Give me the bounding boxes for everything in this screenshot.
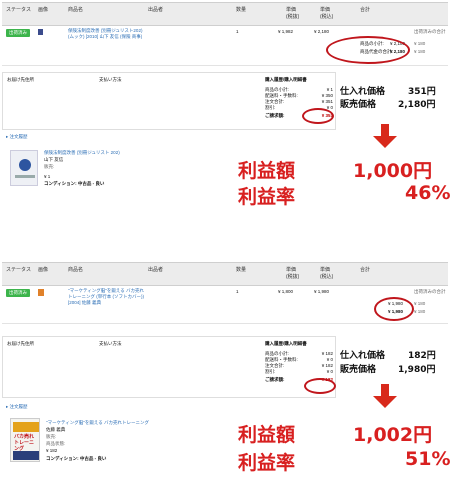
book-thumbnail-icon [38,289,44,296]
down-arrow-head-icon [373,396,397,408]
detail-title-link[interactable]: 保険法制度改善 (別冊ジュリスト 202) [44,150,120,156]
unit-price-value: ¥ 1,800 [278,289,294,294]
ship-to-label: お届け先住所 [7,77,34,82]
cost-value-1: 351円 [408,87,436,97]
margin-label-2: 利益率 [238,452,296,474]
detail-condition: コンディション: 中古品 - 良い [46,456,107,461]
down-arrow-head-icon [373,136,397,148]
status-badge: 出荷済み [6,289,30,297]
down-arrow-icon [381,124,389,136]
ship-to-label: お届け先住所 [7,341,34,346]
payment-label: 支払い方法 [99,77,122,82]
sale-value-1: 2,180円 [398,100,436,110]
margin-value-1: 46% [405,182,450,204]
order-history-link-1[interactable]: ▸ 注文履歴 [6,134,28,140]
order2-table-header: ステータス 画像 商品名 出品者 数量 単価 (税抜) 単価 (税込) 合計 [2,262,448,286]
header-comment: 出品者 [148,267,164,273]
receipt-title: 購入履歴/購入明細書 [265,341,307,346]
book-cover-icon: バカ売れ トレーニング [10,418,40,462]
payment-label: 支払い方法 [99,341,122,346]
header-total: 合計 [360,267,371,273]
down-arrow-icon [381,384,389,396]
header-product-name: 商品名 [68,267,84,273]
right-col-text-1: 出荷済みの合計 [414,29,446,34]
header-quantity: 数量 [236,7,247,13]
header-status: ステータス [6,7,32,13]
detail-price: ¥ 1 [44,174,51,179]
right-col-text-1: 出荷済みの合計 [414,289,446,294]
sale-label-1: 販売価格 [340,100,377,110]
highlight-oval-cost-2 [304,378,336,394]
header-unit-price: 単価 (税抜) [286,7,300,20]
detail-price: ¥ 182 [46,448,58,453]
quantity-value: 1 [236,29,239,34]
header-image: 画像 [38,267,49,273]
detail-author: 山下 友信 [44,157,64,162]
header-image: 画像 [38,7,49,13]
header-subtotal: 単価 (税込) [320,7,334,20]
status-badge: 出荷済み [6,29,30,37]
highlight-oval-cost-1 [302,108,334,124]
header-quantity: 数量 [236,267,247,273]
right-col-text-2: ¥ 180 [414,301,426,306]
order2-detail-panel: お届け先住所 支払い方法 購入履歴/購入明細書 商品の小計: ¥ 182 配送料・… [2,336,336,398]
margin-label-1: 利益率 [238,186,296,208]
detail-title-link[interactable]: "マーケティング脳"を鍛える バカ売れトレーニング [46,420,149,426]
receipt-total-label: ご請求額: [265,377,285,382]
product-title-link[interactable]: 保険法制度改善 (別冊ジュリスト202) (ムック) [2010] 山下 友信 … [68,28,144,40]
sale-label-2: 販売価格 [340,365,377,375]
detail-seller-2: 商品状態: [46,441,66,446]
quantity-value: 1 [236,289,239,294]
profit-value-2: 1,002円 [353,424,433,446]
detail-seller: 販売: [46,434,57,439]
right-col-text-2: ¥ 180 [414,41,426,46]
receipt-line-label: 割引: [265,105,276,110]
profit-label-1: 利益額 [238,160,296,182]
sale-value-2: 1,980円 [398,365,436,375]
book-cover-icon [10,150,38,186]
book-thumbnail-icon [38,29,43,35]
header-unit-price: 単価 (税抜) [286,267,300,280]
highlight-oval-sale-1 [326,36,410,64]
profit-label-2: 利益額 [238,424,296,446]
detail-condition: コンディション: 中古品 - 良い [44,181,105,186]
header-product-name: 商品名 [68,7,84,13]
header-total: 合計 [360,7,371,13]
receipt-line-label: 割引: [265,369,276,374]
order1-table-header: ステータス 画像 商品名 出品者 数量 単価 (税抜) 単価 (税込) 合計 [2,2,448,26]
header-comment: 出品者 [148,7,164,13]
highlight-oval-sale-2 [374,297,414,321]
unit-price-tax-value: ¥ 2,180 [314,29,330,34]
cost-label-1: 仕入れ価格 [340,87,386,97]
receipt-title: 購入履歴/購入明細書 [265,77,307,82]
order-history-link-2[interactable]: ▸ 注文履歴 [6,404,28,410]
cost-value-2: 182円 [408,351,436,361]
cover-text: バカ売れ トレーニング [14,434,35,452]
product-title-link[interactable]: "マーケティング脳"を鍛える バカ売れトレーニング (単行本 (ソフトカバー))… [68,288,146,306]
right-col-text-3: ¥ 180 [414,49,426,54]
right-col-text-3: ¥ 180 [414,309,426,314]
unit-price-tax-value: ¥ 1,980 [314,289,330,294]
header-subtotal: 単価 (税込) [320,267,334,280]
detail-seller: 販売: [44,164,55,169]
header-status: ステータス [6,267,32,273]
order1-detail-panel: お届け先住所 支払い方法 購入履歴/購入明細書 商品の小計: ¥ 1 配送料・手数… [2,72,336,130]
receipt-line-value: ¥ 0 [326,369,333,374]
profit-value-1: 1,000円 [353,160,433,182]
order1-item-detail: 保険法制度改善 (別冊ジュリスト 202) 山下 友信 販売: ¥ 1 コンディ… [2,144,202,192]
detail-author: 佐藤 義典 [46,427,66,432]
unit-price-value: ¥ 1,982 [278,29,294,34]
margin-value-2: 51% [405,448,450,470]
order2-item-detail: バカ売れ トレーニング "マーケティング脳"を鍛える バカ売れトレーニング 佐藤… [2,414,212,472]
cost-label-2: 仕入れ価格 [340,351,386,361]
receipt-total-label: ご請求額: [265,113,285,118]
